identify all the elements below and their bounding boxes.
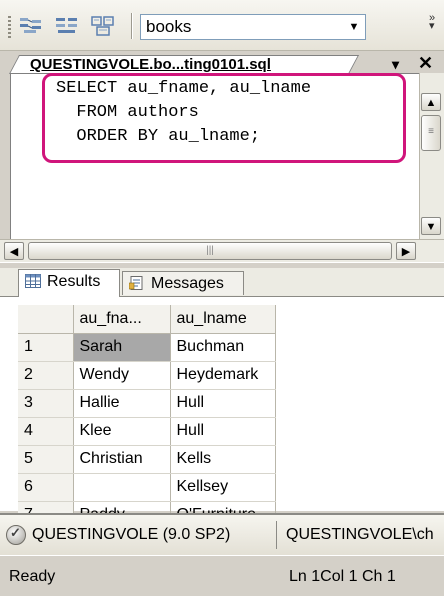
scroll-right-icon[interactable]: ▶ <box>396 242 416 260</box>
database-value: books <box>146 17 192 36</box>
scroll-left-icon[interactable]: ◀ <box>4 242 24 260</box>
close-icon[interactable]: ✕ <box>418 52 433 74</box>
grid-cell[interactable]: Heydemark <box>170 361 276 390</box>
display-estimated-plan-icon[interactable] <box>18 14 44 38</box>
row-number[interactable]: 2 <box>18 361 74 390</box>
window-position-icon[interactable]: ▾ <box>392 55 399 73</box>
divider <box>276 521 277 549</box>
grid-cell[interactable]: Christian <box>73 445 171 474</box>
connected-check-icon <box>6 525 26 545</box>
grid-cell[interactable]: Wendy <box>73 361 171 390</box>
row-number[interactable]: 1 <box>18 333 74 362</box>
cursor-position: Ln 1Col 1 Ch 1 <box>289 568 396 585</box>
scroll-thumb-vertical[interactable]: ≡ <box>421 115 441 151</box>
table-row: 2 Wendy Heydemark <box>18 361 276 390</box>
sql-editor-toolbar: books ▼ » ▾ <box>0 0 444 51</box>
chevron-down-icon[interactable]: ▼ <box>345 17 363 37</box>
tab-messages-label: Messages <box>151 275 224 292</box>
table-row: 1 Sarah Buchman <box>18 332 276 362</box>
toolbar-overflow-icon[interactable]: » ▾ <box>429 13 435 32</box>
grid-cell[interactable]: Kellsey <box>170 473 276 502</box>
table-row: 4 Klee Hull <box>18 417 276 446</box>
grid-corner[interactable] <box>18 305 74 334</box>
status-text: Ready <box>9 568 56 585</box>
grid-cell[interactable]: Sarah <box>72 332 171 362</box>
column-header[interactable]: au_fna... <box>73 305 171 334</box>
table-row: 5 Christian Kells <box>18 445 276 474</box>
login-name: QUESTINGVOLE\ch <box>286 526 434 543</box>
document-tab-label[interactable]: QUESTINGVOLE.bo...ting0101.sql <box>30 55 271 74</box>
table-row: 6 Kellsey <box>18 473 276 502</box>
column-header[interactable]: au_lname <box>170 305 276 334</box>
toolbar-separator <box>131 13 133 39</box>
grid-cell[interactable]: Klee <box>73 417 171 446</box>
toolbar-grip[interactable] <box>8 16 11 38</box>
grid-cell[interactable]: Hull <box>170 389 276 418</box>
table-row: 3 Hallie Hull <box>18 389 276 418</box>
tab-results-label: Results <box>47 273 101 290</box>
tab-messages[interactable]: Messages <box>122 271 244 295</box>
query-window: books ▼ » ▾ QUESTINGVOLE.bo...ting0101.sq… <box>0 0 444 596</box>
status-bar: Ready Ln 1Col 1 Ch 1 <box>0 555 444 596</box>
include-actual-plan-icon[interactable] <box>54 14 80 38</box>
connection-info-bar: QUESTINGVOLE (9.0 SP2) QUESTINGVOLE\ch <box>0 513 444 555</box>
row-number[interactable]: 3 <box>18 389 74 418</box>
grid-icon <box>25 274 41 288</box>
scroll-down-icon[interactable]: ▼ <box>421 217 441 235</box>
row-number[interactable]: 5 <box>18 445 74 474</box>
grid-cell[interactable]: Hallie <box>73 389 171 418</box>
server-name: QUESTINGVOLE (9.0 SP2) <box>32 526 231 543</box>
row-number[interactable]: 4 <box>18 417 74 446</box>
grid-cell[interactable] <box>73 473 171 502</box>
code-highlight-callout <box>42 73 406 163</box>
editor-horizontal-scrollbar[interactable]: ◀ ||| ▶ <box>0 239 444 262</box>
results-grid-pane: au_fna... au_lname 1 Sarah Buchman 2 Wen… <box>0 297 444 530</box>
scroll-up-icon[interactable]: ▲ <box>421 93 441 111</box>
results-grid: au_fna... au_lname 1 Sarah Buchman 2 Wen… <box>18 305 276 530</box>
grid-cell[interactable]: Hull <box>170 417 276 446</box>
grid-header-row: au_fna... au_lname <box>18 305 276 334</box>
tab-results[interactable]: Results <box>18 269 120 297</box>
messages-icon <box>129 276 143 290</box>
query-options-icon[interactable] <box>90 14 116 38</box>
editor-vertical-scrollbar[interactable]: ▲ ≡ ▼ <box>419 73 444 239</box>
row-number[interactable]: 6 <box>18 473 74 502</box>
grid-cell[interactable]: Kells <box>170 445 276 474</box>
available-databases-dropdown[interactable]: books ▼ <box>140 14 366 40</box>
scroll-thumb-horizontal[interactable]: ||| <box>28 242 392 260</box>
results-tab-strip: Results Messages <box>0 268 444 297</box>
grid-cell[interactable]: Buchman <box>170 333 276 362</box>
